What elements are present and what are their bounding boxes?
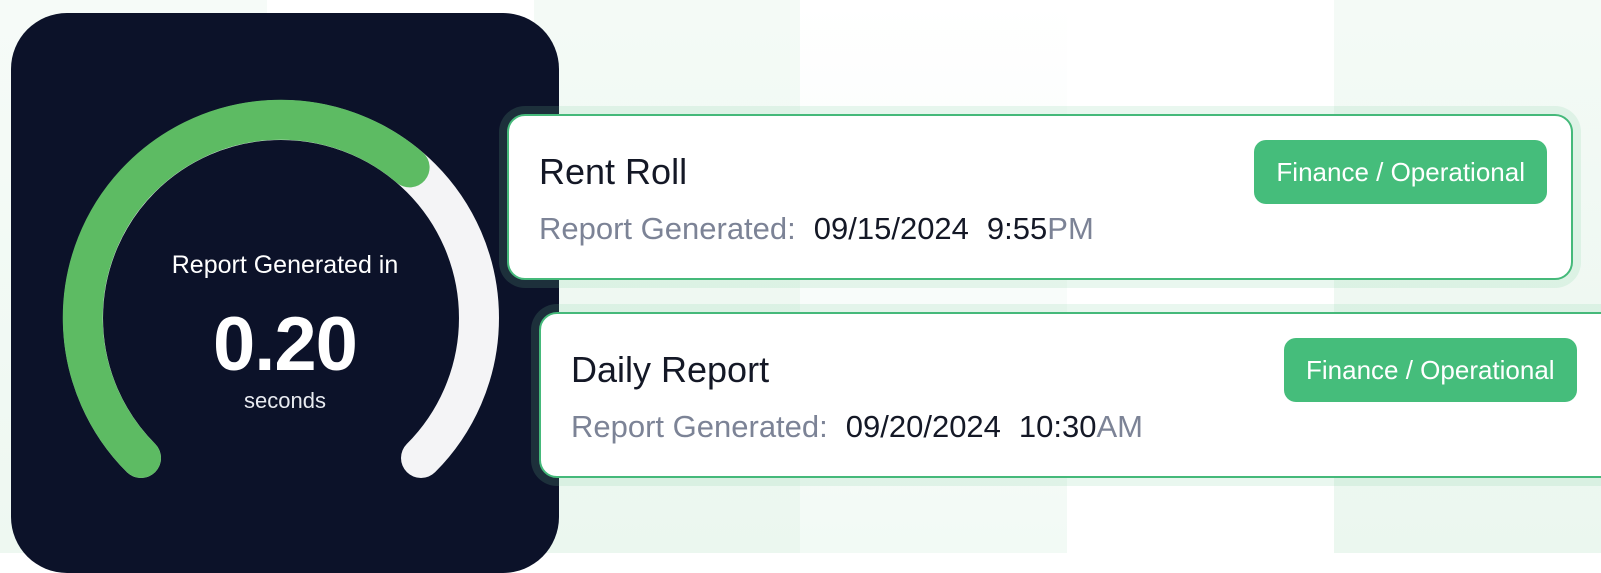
report-time: 9:55 [986, 211, 1048, 246]
gauge-caption: Report Generated in [171, 251, 399, 279]
report-meta: Report Generated: 09/15/2024 9:55PM [539, 211, 1094, 247]
report-meta: Report Generated: 09/20/2024 10:30AM [571, 409, 1143, 445]
report-card[interactable]: Daily Report Report Generated: 09/20/2024… [539, 312, 1601, 478]
report-time: 10:30 [1018, 409, 1097, 444]
report-date: 09/20/2024 [845, 409, 1001, 444]
gauge-value: 0.20 [213, 302, 358, 387]
gauge-unit: seconds [244, 388, 326, 413]
report-card[interactable]: Rent Roll Report Generated: 09/15/2024 9:5… [507, 114, 1573, 280]
category-tag[interactable]: Finance / Operational [1284, 338, 1577, 402]
report-title: Rent Roll [539, 151, 688, 192]
report-ampm: AM [1096, 409, 1144, 444]
report-title: Daily Report [571, 349, 770, 390]
report-ampm: PM [1047, 211, 1094, 246]
report-date: 09/15/2024 [813, 211, 969, 246]
report-meta-label: Report Generated: [571, 409, 828, 444]
gauge-dial [62, 99, 499, 478]
category-tag[interactable]: Finance / Operational [1254, 140, 1547, 204]
report-meta-label: Report Generated: [539, 211, 796, 246]
gauge-card: Report Generated in 0.20 seconds [11, 13, 559, 573]
